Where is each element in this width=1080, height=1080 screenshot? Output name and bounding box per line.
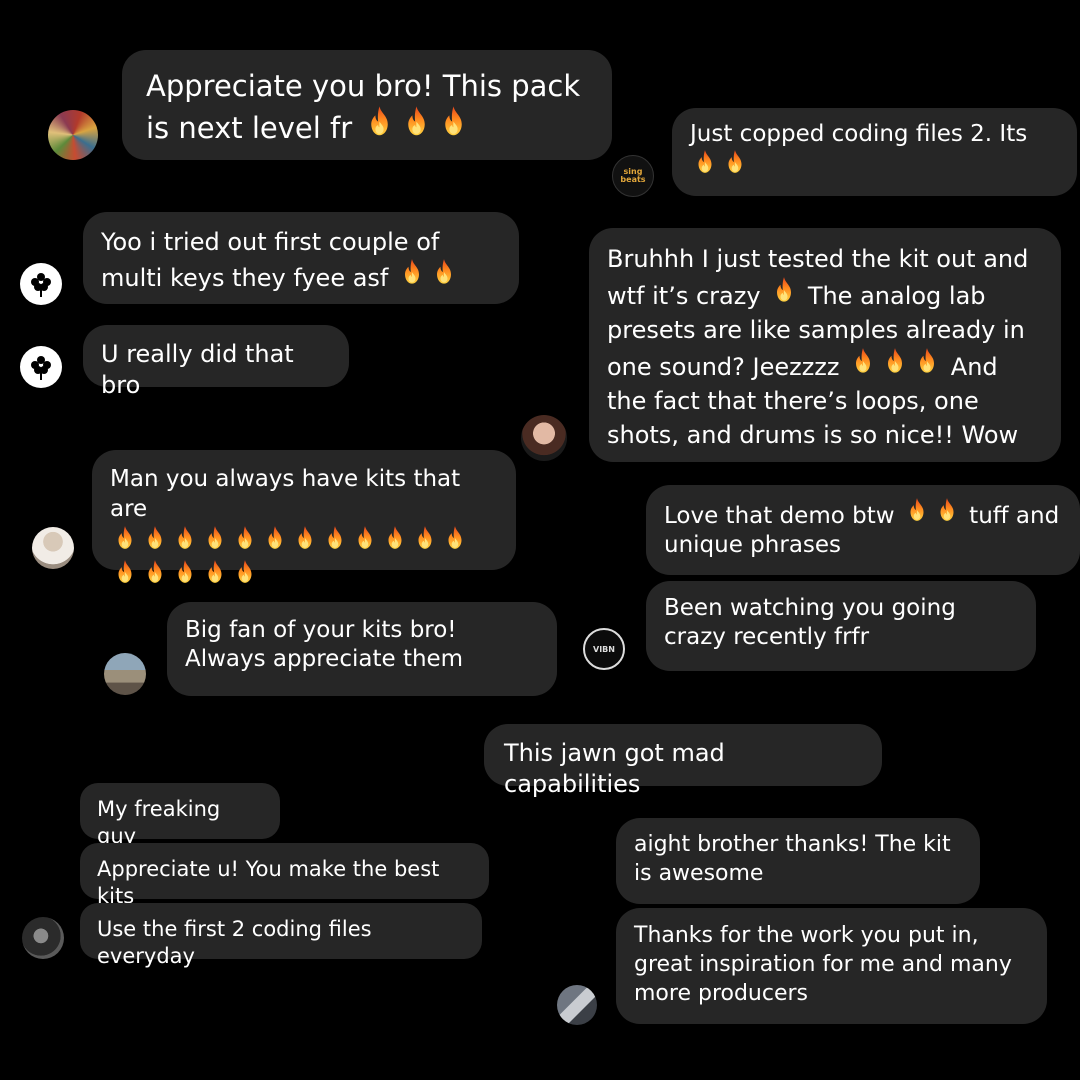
message-text: U really did that bro	[101, 340, 294, 399]
fire-icon	[398, 258, 426, 286]
fire-emoji-group	[396, 259, 460, 292]
message-bubble-m15[interactable]: Thanks for the work you put in, great in…	[616, 908, 1047, 1024]
message-bubble-m12[interactable]: Appreciate u! You make the best kits	[80, 843, 489, 908]
message-text: Been watching you going crazy recently f…	[664, 595, 956, 651]
fire-icon	[881, 347, 909, 375]
message-bubble-m4[interactable]: U really did that bro	[83, 325, 349, 399]
message-text: Love that demo btw	[664, 503, 895, 529]
message-bubble-m13[interactable]: Use the first 2 coding files everyday	[80, 903, 482, 968]
fire-emoji-group	[690, 150, 750, 181]
message-text: Man you always have kits that are	[110, 466, 461, 523]
message-bubble-m5[interactable]: Bruhhh I just tested the kit out and wtf…	[589, 228, 1061, 462]
fire-icon	[202, 525, 228, 551]
fire-icon	[172, 525, 198, 551]
user-avatar[interactable]	[104, 653, 146, 695]
message-text: Yoo i tried out first couple of multi ke…	[101, 228, 440, 293]
fire-icon	[430, 258, 458, 286]
message-text: aight brother thanks! The kit is awesome	[634, 832, 951, 887]
user-avatar[interactable]	[22, 917, 64, 959]
user-avatar[interactable]	[48, 110, 98, 160]
flower-icon	[31, 356, 51, 380]
message-text: Use the first 2 coding files everyday	[97, 917, 372, 968]
avatar-logo-text: sing beats	[620, 167, 646, 184]
message-text: Big fan of your kits bro! Always appreci…	[185, 617, 464, 673]
fire-icon	[232, 525, 258, 551]
fire-icon	[262, 525, 288, 551]
message-bubble-m7[interactable]: Love that demo btw tuff and unique phras…	[646, 485, 1080, 575]
message-bubble-m11[interactable]: My freaking guy	[80, 783, 280, 848]
fire-emoji-group	[768, 277, 800, 310]
message-text: Appreciate u! You make the best kits	[97, 857, 440, 908]
user-avatar[interactable]	[20, 346, 62, 388]
fire-icon	[913, 347, 941, 375]
fire-icon	[232, 559, 258, 585]
message-bubble-m9[interactable]: Big fan of your kits bro! Always appreci…	[167, 602, 557, 696]
user-avatar[interactable]	[521, 415, 567, 461]
fire-emoji-group	[110, 525, 470, 591]
avatar-badge-text: VIBN	[593, 644, 615, 654]
flower-icon	[31, 273, 51, 297]
fire-icon	[382, 525, 408, 551]
message-text: Just copped coding files 2. Its	[690, 121, 1028, 147]
user-avatar[interactable]	[557, 985, 597, 1025]
fire-icon	[692, 149, 718, 175]
user-avatar[interactable]	[20, 263, 62, 305]
fire-icon	[849, 347, 877, 375]
fire-icon	[442, 525, 468, 551]
user-avatar[interactable]: VIBN	[583, 628, 625, 670]
message-bubble-m2[interactable]: Just copped coding files 2. Its	[672, 108, 1077, 196]
fire-icon	[202, 559, 228, 585]
message-text: My freaking guy	[97, 797, 221, 848]
message-bubble-m3[interactable]: Yoo i tried out first couple of multi ke…	[83, 212, 519, 304]
message-text: Thanks for the work you put in, great in…	[634, 923, 1012, 1007]
fire-emoji-group	[902, 498, 962, 529]
fire-icon	[292, 525, 318, 551]
message-bubble-m6[interactable]: Man you always have kits that are	[92, 450, 516, 583]
fire-icon	[142, 525, 168, 551]
fire-icon	[172, 559, 198, 585]
fire-icon	[322, 525, 348, 551]
fire-icon	[722, 149, 748, 175]
fire-emoji-group	[361, 106, 472, 145]
fire-icon	[352, 525, 378, 551]
fire-icon	[904, 497, 930, 523]
message-bubble-m10[interactable]: This jawn got mad capabilities	[484, 724, 882, 798]
user-avatar[interactable]: sing beats	[612, 155, 654, 197]
message-bubble-m14[interactable]: aight brother thanks! The kit is awesome	[616, 818, 980, 904]
fire-icon	[112, 559, 138, 585]
fire-icon	[142, 559, 168, 585]
message-bubble-m1[interactable]: Appreciate you bro! This pack is next le…	[122, 50, 612, 160]
message-bubble-m8[interactable]: Been watching you going crazy recently f…	[646, 581, 1036, 671]
fire-emoji-group	[847, 348, 943, 381]
user-avatar[interactable]	[32, 527, 74, 569]
fire-icon	[400, 105, 433, 138]
fire-icon	[770, 276, 798, 304]
fire-icon	[437, 105, 470, 138]
fire-icon	[934, 497, 960, 523]
fire-icon	[412, 525, 438, 551]
fire-icon	[112, 525, 138, 551]
message-text: This jawn got mad capabilities	[504, 739, 725, 798]
fire-icon	[363, 105, 396, 138]
